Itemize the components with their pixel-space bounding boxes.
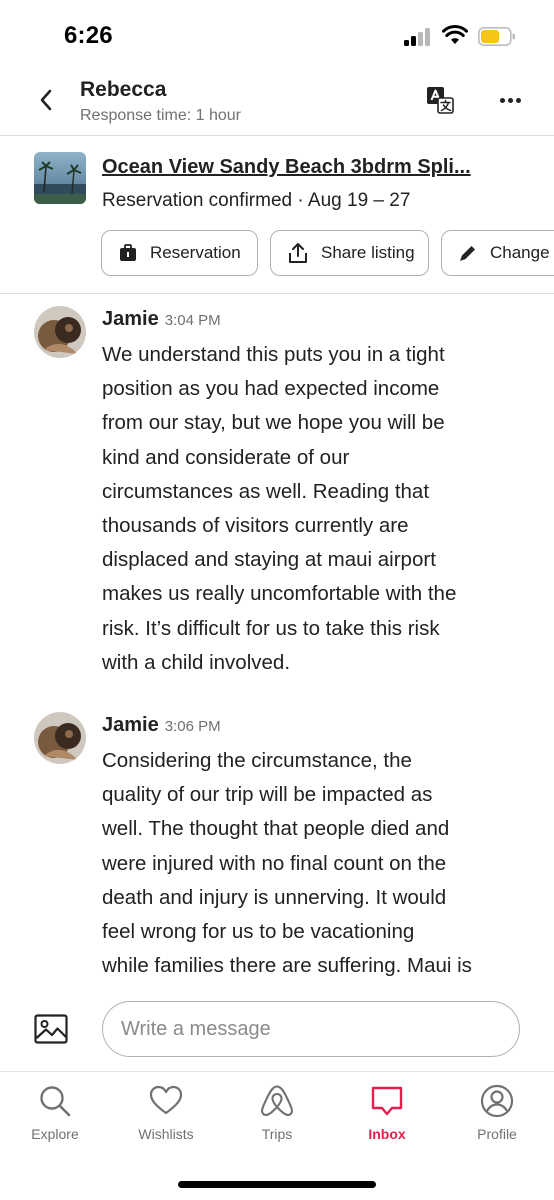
more-icon — [499, 97, 521, 103]
change-button[interactable]: Change — [441, 230, 554, 276]
status-bar: 6:26 — [0, 0, 554, 70]
message-line: position as you had expected income — [102, 377, 440, 401]
tab-profile[interactable]: Profile — [452, 1084, 542, 1148]
share-listing-label: Share listing — [321, 243, 415, 262]
status-time: 6:26 — [64, 22, 113, 49]
message-sender: Jamie 3:06 PM — [102, 714, 221, 737]
chevron-left-icon — [40, 89, 52, 111]
message-composer — [0, 996, 554, 1072]
message-body: We understand this puts you in a tight p… — [102, 338, 522, 680]
tab-explore[interactable]: Explore — [10, 1084, 100, 1148]
tab-wishlists[interactable]: Wishlists — [121, 1084, 211, 1148]
message-thread[interactable]: Jamie 3:04 PM We understand this puts you… — [0, 294, 554, 996]
message-line: while families there are suffering. Maui… — [102, 954, 472, 978]
home-indicator — [178, 1181, 376, 1188]
message-line: risk. It’s difficult for us to take this… — [102, 616, 440, 640]
message-line: thousands of visitors currently are — [102, 514, 409, 538]
profile-icon — [480, 1084, 514, 1118]
message-line: circumstances as well. Reading that — [102, 479, 430, 503]
message-line: We understand this puts you in a tight — [102, 343, 445, 366]
message-line: Considering the circumstance, the — [102, 749, 412, 772]
avatar[interactable] — [34, 712, 86, 764]
conversation-header: Rebecca Response time: 1 hour — [0, 70, 554, 136]
tab-label: Explore — [31, 1126, 79, 1142]
tab-trips[interactable]: Trips — [232, 1084, 322, 1148]
airbnb-logo-icon — [260, 1085, 294, 1117]
heart-icon — [149, 1085, 183, 1115]
share-listing-button[interactable]: Share listing — [270, 230, 429, 276]
message-time: 3:04 PM — [164, 312, 221, 329]
message-line: makes us really uncomfortable with the — [102, 582, 457, 606]
message-line: well. The thought that people died and — [102, 817, 450, 841]
avatar[interactable] — [34, 306, 86, 358]
message-icon — [371, 1086, 403, 1116]
reservation-button-label: Reservation — [150, 243, 241, 262]
listing-thumbnail[interactable] — [34, 152, 86, 204]
reservation-button[interactable]: Reservation — [101, 230, 258, 276]
tab-label: Trips — [261, 1126, 293, 1142]
message-input[interactable] — [102, 1001, 520, 1057]
wifi-icon — [442, 25, 468, 44]
listing-actions: Reservation Share listing Change — [101, 230, 554, 276]
share-icon — [289, 243, 307, 263]
battery-icon — [478, 27, 515, 46]
message-body: Considering the circumstance, the qualit… — [102, 744, 522, 983]
listing-title-link[interactable]: Ocean View Sandy Beach 3bdrm Spli... — [102, 156, 522, 179]
pencil-icon — [460, 246, 475, 261]
tab-inbox[interactable]: Inbox — [342, 1084, 432, 1148]
sender-name: Jamie — [102, 308, 159, 330]
message-sender: Jamie 3:04 PM — [102, 308, 221, 331]
suitcase-icon — [120, 244, 136, 261]
reservation-status: Reservation confirmed · Aug 19 – 27 — [102, 190, 411, 211]
message-line: kind and considerate of our — [102, 445, 350, 469]
tab-label: Inbox — [368, 1126, 406, 1142]
message-line: quality of our trip will be impacted as — [102, 783, 433, 807]
sender-name: Jamie — [102, 714, 159, 736]
search-icon — [40, 1086, 71, 1117]
more-options-button[interactable] — [496, 88, 524, 112]
message-line: with a child involved. — [102, 650, 291, 674]
message-line: from our stay, but we hope you will be — [102, 411, 445, 435]
message-line: feel wrong for us to be vacationing — [102, 920, 415, 944]
image-upload-icon[interactable] — [34, 1014, 68, 1044]
tab-label: Profile — [477, 1126, 517, 1142]
translate-icon[interactable] — [426, 86, 454, 114]
tab-label: Wishlists — [138, 1126, 194, 1142]
message-line: death and injury is unnerving. It would — [102, 885, 447, 909]
message-line: displaced and staying at maui airport — [102, 548, 436, 572]
message-line: were injured with no final count on the — [102, 851, 447, 875]
cellular-signal-icon — [404, 28, 434, 46]
message-time: 3:06 PM — [164, 718, 221, 735]
listing-summary: Ocean View Sandy Beach 3bdrm Spli... Res… — [0, 136, 554, 294]
back-button[interactable] — [32, 86, 60, 114]
change-button-label: Change — [490, 243, 550, 262]
response-time: Response time: 1 hour — [80, 107, 241, 124]
host-name: Rebecca — [80, 78, 167, 101]
